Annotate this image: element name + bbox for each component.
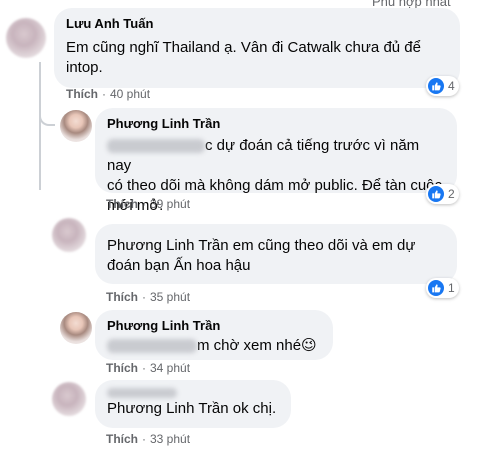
thread-elbow xyxy=(39,112,55,126)
comment-actions: Thích · 35 phút xyxy=(106,290,190,304)
separator: · xyxy=(142,361,146,375)
comment-actions: Thích · 39 phút xyxy=(106,197,190,211)
mention-link[interactable]: Phương Linh Trần xyxy=(107,237,229,254)
comment-text: c dự đoán cả tiếng trước vì năm nay xyxy=(107,137,420,174)
comment-time[interactable]: 35 phút xyxy=(150,290,190,304)
comment-bubble: Phương Linh Trần em cũng theo dõi và em … xyxy=(95,224,457,284)
comment-text: có theo dõi mà không dám mở public. Để t… xyxy=(107,177,443,194)
separator: · xyxy=(142,290,146,304)
comment-author[interactable]: Lưu Anh Tuấn xyxy=(66,16,448,32)
like-button[interactable]: Thích xyxy=(66,87,98,101)
reaction-count[interactable]: 4 xyxy=(426,76,459,96)
comment-text: Phương Linh Trần em cũng theo dõi và em … xyxy=(107,237,416,254)
comment-author[interactable]: Phương Linh Trần xyxy=(107,318,321,334)
like-icon xyxy=(428,280,444,296)
reaction-number: 1 xyxy=(448,281,455,295)
comment-text: đoán bạn Ấn hoa hậu xyxy=(107,257,251,274)
comment-author[interactable]: Phương Linh Trần xyxy=(107,116,445,132)
comment-bubble: Lưu Anh Tuấn Em cũng nghĩ Thailand ạ. Vâ… xyxy=(54,8,460,88)
comment-actions: Thích · 34 phút xyxy=(106,361,190,375)
comment-actions: Thích · 33 phút xyxy=(106,432,190,446)
like-icon xyxy=(428,186,444,202)
comment-time[interactable]: 40 phút xyxy=(110,87,150,101)
comment-bubble: Phương Linh Trần ok chị. xyxy=(95,380,291,428)
comment-text: Em cũng nghĩ Thailand ạ. Vân đi Catwalk … xyxy=(66,39,421,56)
like-button[interactable]: Thích xyxy=(106,290,138,304)
separator: · xyxy=(102,87,106,101)
like-button[interactable]: Thích xyxy=(106,432,138,446)
comment-time[interactable]: 39 phút xyxy=(150,197,190,211)
redacted-text xyxy=(107,139,205,154)
mention-link[interactable]: Phương Linh Trần xyxy=(107,400,229,417)
thread-line xyxy=(39,62,41,190)
wink-emoji-icon: 😉 xyxy=(301,337,317,354)
comment-actions: Thích · 40 phút xyxy=(66,87,150,101)
comment-text: m chờ xem nhé😉 xyxy=(107,336,321,356)
comment-text: intop. xyxy=(66,59,103,76)
like-button[interactable]: Thích xyxy=(106,361,138,375)
redacted-text xyxy=(107,339,197,354)
reaction-number: 4 xyxy=(448,79,455,93)
avatar[interactable] xyxy=(6,18,46,58)
reaction-count[interactable]: 1 xyxy=(426,278,459,298)
comment-time[interactable]: 33 phút xyxy=(150,432,190,446)
separator: · xyxy=(142,197,146,211)
avatar[interactable] xyxy=(60,312,92,344)
reaction-count[interactable]: 2 xyxy=(426,184,459,204)
comment-text: Phương Linh Trần ok chị. xyxy=(107,400,277,417)
like-button[interactable]: Thích xyxy=(106,197,138,211)
reaction-number: 2 xyxy=(448,187,455,201)
like-icon xyxy=(428,78,444,94)
avatar[interactable] xyxy=(52,218,86,252)
separator: · xyxy=(142,432,146,446)
comment-time[interactable]: 34 phút xyxy=(150,361,190,375)
comment-bubble: Phương Linh Trần m chờ xem nhé😉 xyxy=(95,310,333,360)
avatar[interactable] xyxy=(52,382,86,416)
redacted-text xyxy=(107,388,177,398)
comment-bubble: Phương Linh Trần c dự đoán cả tiếng trướ… xyxy=(95,108,457,214)
avatar[interactable] xyxy=(60,110,92,142)
